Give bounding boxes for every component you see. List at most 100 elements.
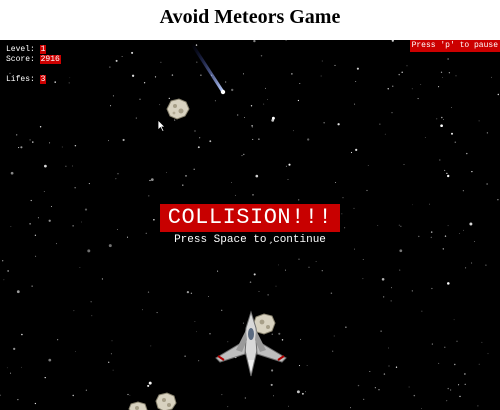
star: [477, 405, 479, 407]
star: [323, 122, 325, 124]
star: [469, 222, 473, 226]
star: [73, 310, 75, 312]
star: [148, 195, 150, 197]
star: [392, 85, 394, 87]
star: [260, 55, 263, 57]
star: [209, 333, 211, 335]
star: [10, 171, 14, 175]
star: [6, 367, 8, 369]
star: [443, 119, 444, 120]
star: [367, 165, 369, 166]
collision-banner: COLLISION!!!: [160, 204, 340, 232]
star: [449, 389, 452, 391]
star: [249, 281, 252, 283]
shooting-star-icon: [190, 42, 226, 95]
star: [399, 269, 401, 271]
star: [285, 40, 287, 41]
star: [34, 402, 37, 405]
star: [366, 189, 368, 192]
star: [115, 178, 117, 180]
star: [243, 73, 244, 75]
star: [74, 144, 77, 147]
star: [301, 392, 304, 395]
star: [74, 187, 76, 189]
star: [278, 264, 280, 266]
star: [85, 389, 87, 391]
star: [285, 269, 286, 271]
star: [56, 243, 57, 245]
star: [131, 74, 135, 77]
star: [363, 398, 365, 400]
star: [110, 105, 112, 107]
star: [299, 83, 301, 84]
game-canvas[interactable]: Level: 1 Score: 2916 Lifes: 3 Press 'p' …: [0, 40, 500, 410]
star: [244, 397, 246, 399]
star: [444, 235, 447, 237]
star: [61, 146, 63, 148]
star: [127, 393, 129, 396]
star: [194, 130, 196, 132]
star: [142, 309, 143, 311]
star: [231, 182, 232, 183]
star: [69, 77, 71, 79]
star: [273, 395, 274, 397]
star: [214, 100, 216, 102]
star: [251, 125, 253, 127]
star: [387, 88, 389, 90]
star: [193, 168, 195, 171]
hud-level-label: Level:: [6, 45, 35, 54]
star: [221, 394, 223, 396]
star: [297, 99, 300, 102]
star: [109, 66, 111, 68]
star: [29, 139, 31, 141]
star: [486, 132, 489, 134]
star: [111, 340, 113, 342]
star: [448, 72, 451, 74]
star: [251, 126, 253, 128]
star: [430, 231, 433, 233]
star: [464, 383, 466, 385]
star: [345, 326, 347, 328]
star: [436, 118, 438, 120]
star: [464, 373, 466, 375]
star: [447, 387, 449, 390]
star: [48, 358, 52, 362]
star: [7, 270, 9, 272]
star: [252, 194, 254, 196]
star: [344, 227, 346, 229]
star: [384, 133, 386, 135]
star: [147, 291, 150, 293]
star: [199, 137, 201, 139]
star: [153, 219, 155, 221]
star: [288, 163, 291, 166]
star: [412, 204, 413, 206]
star: [401, 71, 403, 74]
star: [244, 117, 245, 118]
star: [444, 346, 446, 348]
star: [440, 124, 443, 128]
star: [481, 341, 483, 343]
star: [198, 360, 200, 362]
star: [148, 381, 152, 385]
star: [454, 363, 456, 366]
star: [381, 278, 385, 281]
star: [417, 98, 419, 100]
star: [334, 64, 336, 66]
star: [447, 282, 450, 285]
star: [291, 73, 293, 75]
star: [16, 134, 18, 136]
star: [333, 335, 335, 337]
star: [10, 226, 12, 227]
hud-lifes-value: 3: [39, 75, 47, 84]
star: [196, 331, 197, 333]
star: [126, 236, 129, 238]
star: [275, 285, 277, 287]
star: [149, 179, 151, 182]
star: [486, 183, 488, 185]
star: [72, 225, 74, 227]
star: [388, 347, 389, 349]
star: [30, 199, 32, 202]
star: [81, 221, 82, 223]
star: [332, 350, 334, 352]
page-title: Avoid Meteors Game: [159, 6, 341, 28]
